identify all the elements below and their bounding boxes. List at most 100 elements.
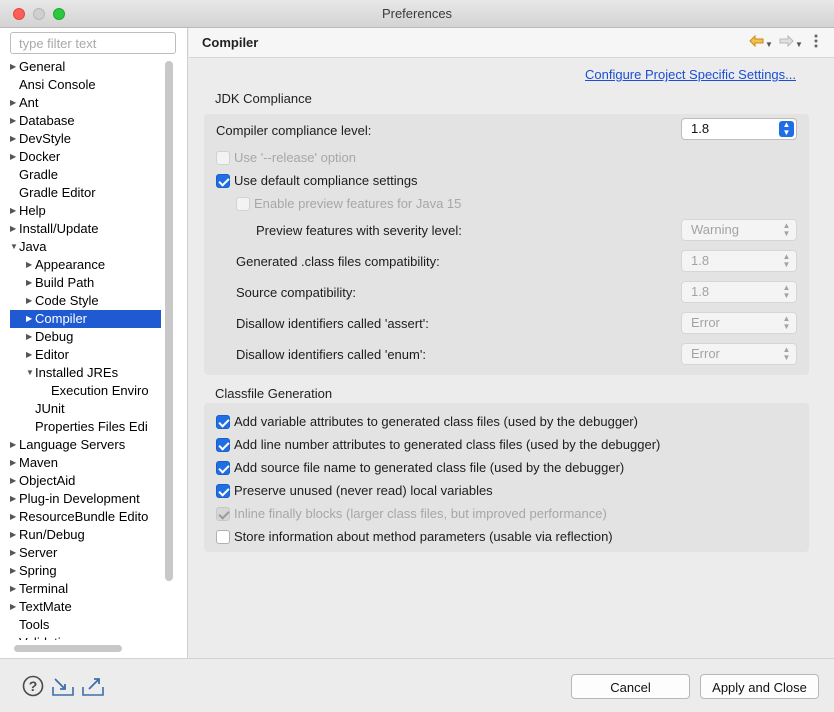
tree-item[interactable]: ▶ Language Servers <box>10 436 161 454</box>
enum-identifier-label: Disallow identifiers called 'enum': <box>236 347 426 362</box>
default-compliance-checkbox[interactable] <box>216 174 230 188</box>
tree-horizontal-scrollbar[interactable] <box>14 645 122 652</box>
collapsed-triangle-icon[interactable]: ▶ <box>10 112 19 130</box>
tree-item-label: Docker <box>19 149 61 164</box>
tree-item-label: Debug <box>35 329 74 344</box>
page-title: Compiler <box>202 35 259 50</box>
tree-item[interactable]: Validation <box>10 634 161 640</box>
collapsed-triangle-icon[interactable]: ▶ <box>10 94 19 112</box>
collapsed-triangle-icon[interactable]: ▶ <box>10 130 19 148</box>
apply-and-close-button[interactable]: Apply and Close <box>700 674 819 699</box>
tree-item[interactable]: Properties Files Edi <box>10 418 161 436</box>
collapsed-triangle-icon[interactable]: ▶ <box>26 310 35 328</box>
tree-item[interactable]: ▶ Database <box>10 112 161 130</box>
tree-item[interactable]: ▶ Docker <box>10 148 161 166</box>
forward-button[interactable]: ▼ <box>779 34 803 50</box>
tree-vertical-scrollbar[interactable] <box>165 61 173 581</box>
tree-item[interactable]: ▼Java <box>10 238 161 256</box>
collapsed-triangle-icon[interactable]: ▶ <box>10 436 19 454</box>
classfile-option-checkbox[interactable] <box>216 461 230 475</box>
classfile-option-checkbox[interactable] <box>216 438 230 452</box>
tree-item-label: DevStyle <box>19 131 72 146</box>
export-icon <box>82 678 104 696</box>
tree-item[interactable]: ▶ Debug <box>10 328 161 346</box>
classfile-option-checkbox[interactable] <box>216 507 230 521</box>
tree-item[interactable]: ▶ Install/Update <box>10 220 161 238</box>
view-menu-button[interactable] <box>813 34 819 51</box>
tree-item-label: General <box>19 59 66 74</box>
tree-item[interactable]: ▶ Server <box>10 544 161 562</box>
collapsed-triangle-icon[interactable]: ▶ <box>10 544 19 562</box>
expanded-triangle-icon[interactable]: ▼ <box>26 364 35 382</box>
collapsed-triangle-icon[interactable]: ▶ <box>10 58 19 76</box>
tree-item[interactable]: Gradle <box>10 166 161 184</box>
collapsed-triangle-icon[interactable]: ▶ <box>10 562 19 580</box>
collapsed-triangle-icon[interactable]: ▶ <box>26 328 35 346</box>
collapsed-triangle-icon[interactable]: ▶ <box>10 490 19 508</box>
tree-item[interactable]: ▶ Spring <box>10 562 161 580</box>
tree-item[interactable]: ▶ ObjectAid <box>10 472 161 490</box>
tree-item[interactable]: ▶ Compiler <box>10 310 161 328</box>
assert-identifier-select[interactable]: Error ▲ ▼ <box>681 312 797 334</box>
collapsed-triangle-icon[interactable]: ▶ <box>10 526 19 544</box>
collapsed-triangle-icon[interactable]: ▶ <box>26 274 35 292</box>
classfile-option-checkbox[interactable] <box>216 415 230 429</box>
enum-identifier-select[interactable]: Error ▲ ▼ <box>681 343 797 365</box>
collapsed-triangle-icon[interactable]: ▶ <box>26 256 35 274</box>
preview-features-checkbox[interactable] <box>236 197 250 211</box>
tree-item[interactable]: ▶ Maven <box>10 454 161 472</box>
tree-item[interactable]: ▶ Build Path <box>10 274 161 292</box>
help-button[interactable]: ? <box>22 675 46 697</box>
tree-item[interactable]: ▶ General <box>10 58 161 76</box>
tree-item[interactable]: ▼Installed JREs <box>10 364 161 382</box>
tree-item[interactable]: ▶ Code Style <box>10 292 161 310</box>
collapsed-triangle-icon[interactable]: ▶ <box>10 472 19 490</box>
tree-item-label: Spring <box>19 563 57 578</box>
tree-item[interactable]: ▶ ResourceBundle Edito <box>10 508 161 526</box>
compliance-level-select[interactable]: 1.8 ▲ ▼ <box>681 118 797 140</box>
import-button[interactable] <box>51 675 75 697</box>
classfile-option-label: Add variable attributes to generated cla… <box>234 414 638 429</box>
release-option-checkbox[interactable] <box>216 151 230 165</box>
collapsed-triangle-icon[interactable]: ▶ <box>10 598 19 616</box>
classfile-option-checkbox[interactable] <box>216 484 230 498</box>
class-compat-select[interactable]: 1.8 ▲ ▼ <box>681 250 797 272</box>
collapsed-triangle-icon[interactable]: ▶ <box>10 580 19 598</box>
collapsed-triangle-icon[interactable]: ▶ <box>10 508 19 526</box>
tree-item[interactable]: ▶ Help <box>10 202 161 220</box>
tree-item[interactable]: ▶ DevStyle <box>10 130 161 148</box>
configure-project-settings-link[interactable]: Configure Project Specific Settings... <box>585 67 796 82</box>
cancel-button[interactable]: Cancel <box>571 674 690 699</box>
tree-item[interactable]: Tools <box>10 616 161 634</box>
tree-item[interactable]: ▶ Terminal <box>10 580 161 598</box>
tree-item[interactable]: ▶ Run/Debug <box>10 526 161 544</box>
collapsed-triangle-icon[interactable]: ▶ <box>10 220 19 238</box>
source-compat-select[interactable]: 1.8 ▲ ▼ <box>681 281 797 303</box>
classfile-option-checkbox[interactable] <box>216 530 230 544</box>
compliance-level-value: 1.8 <box>691 121 710 136</box>
tree-item[interactable]: ▶ Plug-in Development <box>10 490 161 508</box>
tree-item[interactable]: ▶ Editor <box>10 346 161 364</box>
tree-item[interactable]: ▶ TextMate <box>10 598 161 616</box>
collapsed-triangle-icon[interactable]: ▶ <box>10 454 19 472</box>
tree-item-label: Ansi Console <box>19 77 96 92</box>
tree-item[interactable]: JUnit <box>10 400 161 418</box>
export-button[interactable] <box>81 675 105 697</box>
back-button[interactable]: ▼ <box>749 34 773 50</box>
tree-item-label: Terminal <box>19 581 69 596</box>
collapsed-triangle-icon[interactable]: ▶ <box>10 148 19 166</box>
tree-item[interactable]: ▶ Ant <box>10 94 161 112</box>
collapsed-triangle-icon[interactable]: ▶ <box>26 346 35 364</box>
collapsed-triangle-icon[interactable]: ▶ <box>10 202 19 220</box>
tree-item[interactable]: Gradle Editor <box>10 184 161 202</box>
expanded-triangle-icon[interactable]: ▼ <box>10 238 19 256</box>
tree-item[interactable]: ▶ Appearance <box>10 256 161 274</box>
classfile-option-label: Inline finally blocks (larger class file… <box>234 506 607 521</box>
tree-item[interactable]: Execution Enviro <box>10 382 161 400</box>
filter-input[interactable] <box>17 33 177 53</box>
filter-field[interactable] <box>10 32 177 54</box>
preview-severity-select[interactable]: Warning ▲ ▼ <box>681 219 797 241</box>
collapsed-triangle-icon[interactable]: ▶ <box>26 292 35 310</box>
tree-item[interactable]: Ansi Console <box>10 76 161 94</box>
select-arrows-icon: ▲ ▼ <box>782 252 791 269</box>
